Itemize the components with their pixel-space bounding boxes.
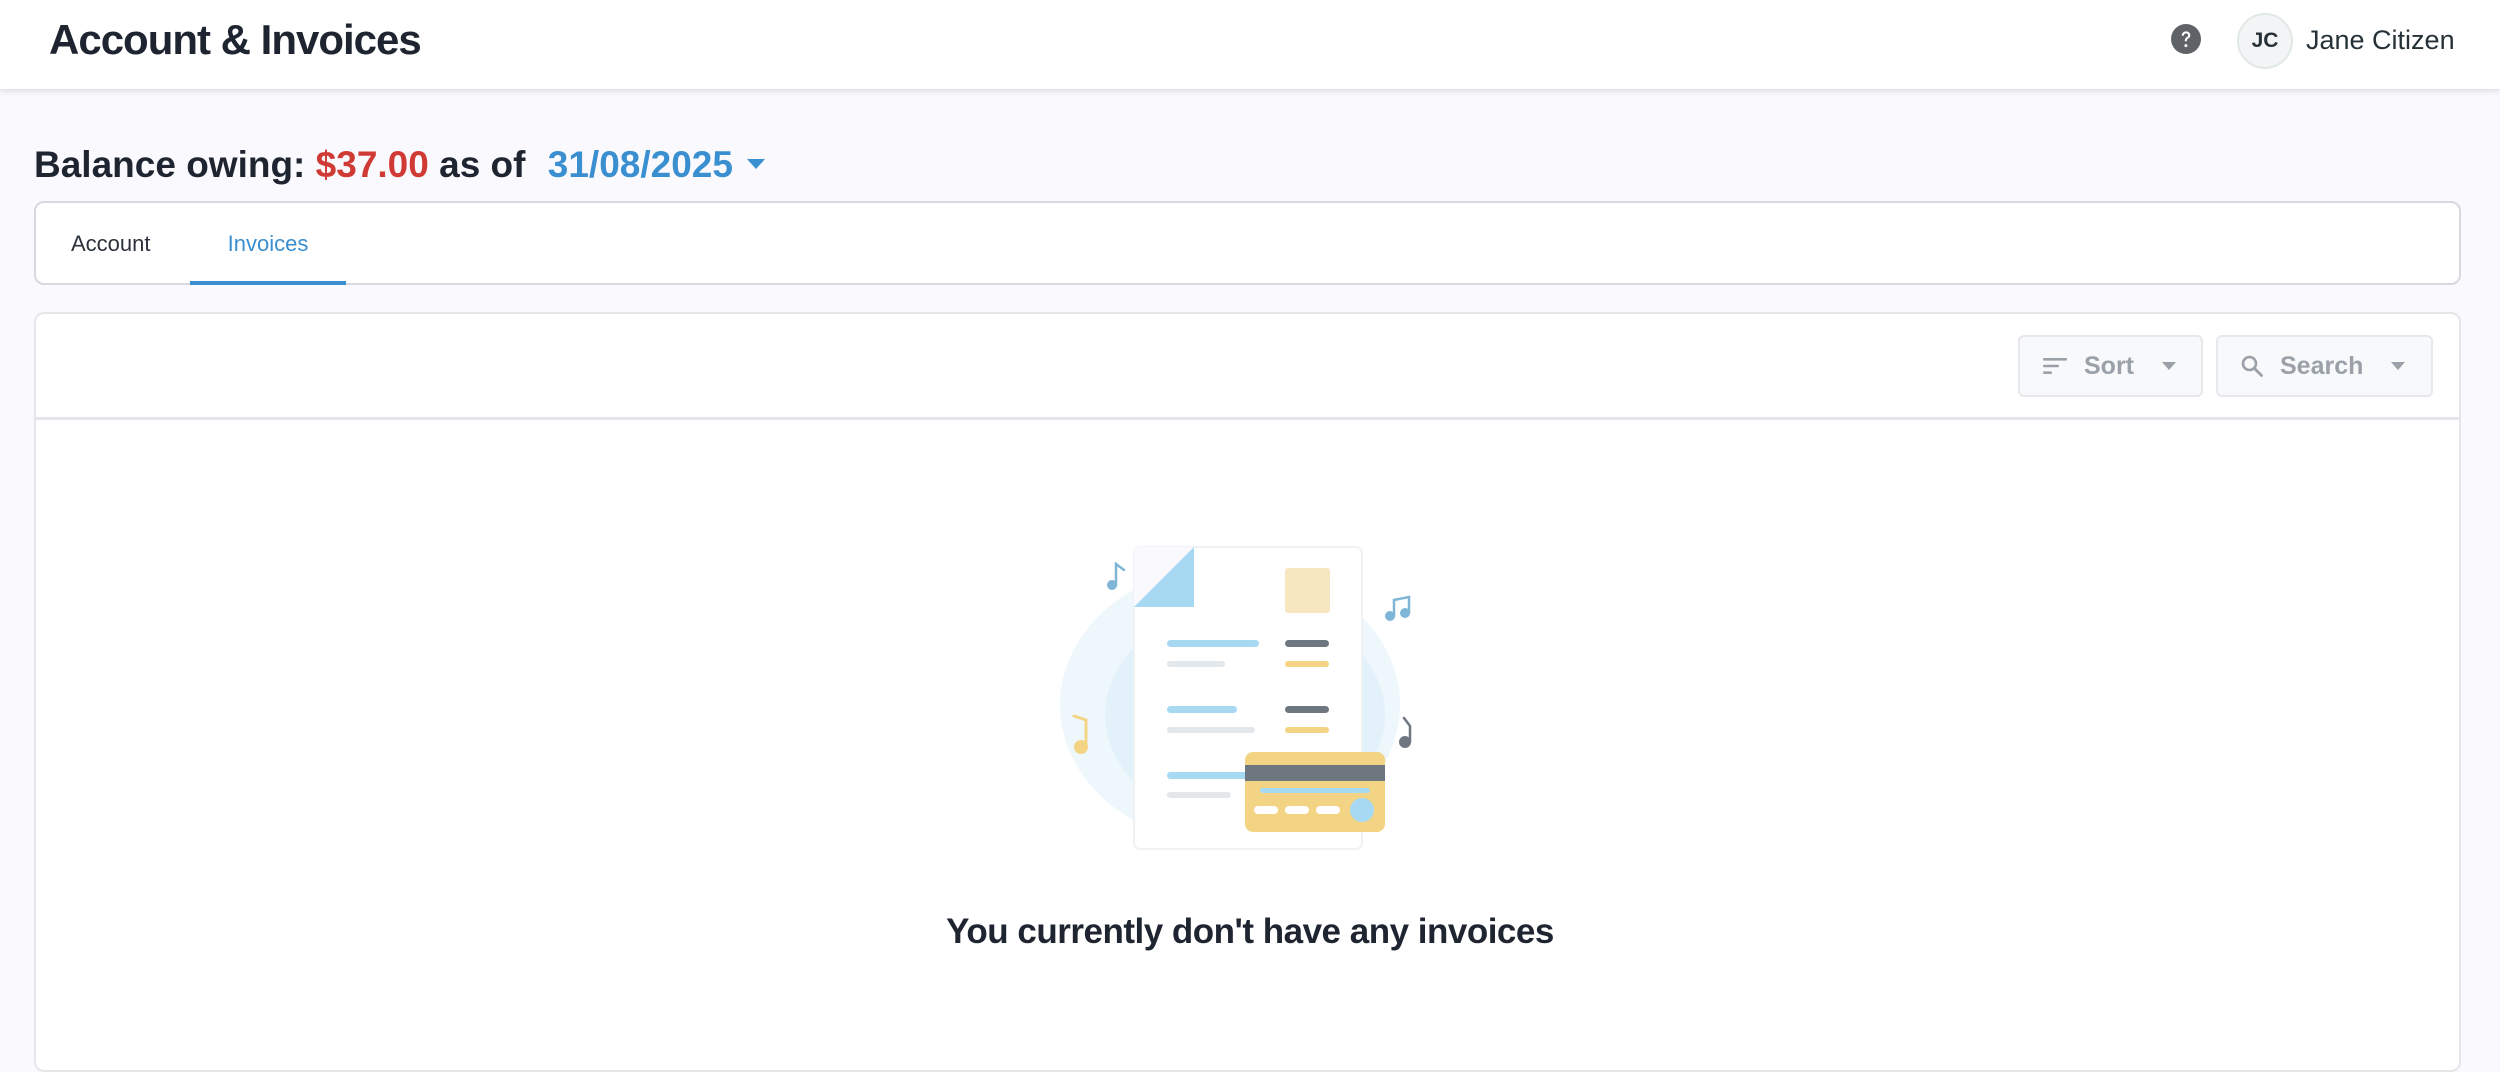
- search-icon: [2241, 355, 2263, 377]
- tab-bar: Account Invoices: [34, 201, 2461, 285]
- user-name[interactable]: Jane Citizen: [2306, 25, 2455, 56]
- search-label: Search: [2280, 351, 2364, 380]
- page-title: Account & Invoices: [49, 16, 422, 63]
- avatar[interactable]: JC: [2237, 13, 2293, 69]
- sort-label: Sort: [2084, 351, 2134, 380]
- sort-icon: [2043, 358, 2067, 374]
- tab-account[interactable]: Account: [71, 203, 151, 285]
- music-note-icon: [1399, 716, 1412, 748]
- balance-date-selector[interactable]: 31/08/2025: [548, 144, 765, 185]
- as-of-label: as of: [439, 144, 526, 185]
- balance-amount: $37.00: [315, 144, 429, 185]
- empty-state-message: You currently don't have any invoices: [946, 912, 1554, 951]
- chevron-down-icon: [2162, 362, 2176, 370]
- list-toolbar: Sort Search: [36, 314, 2459, 420]
- search-button[interactable]: Search: [2216, 335, 2433, 397]
- balance-summary: Balance owing: $37.00 as of 31/08/2025: [34, 144, 765, 186]
- sort-button[interactable]: Sort: [2018, 335, 2203, 397]
- balance-label: Balance owing:: [34, 144, 306, 185]
- help-icon[interactable]: [2170, 23, 2202, 55]
- music-note-icon: [1107, 561, 1126, 590]
- balance-date: 31/08/2025: [547, 144, 733, 185]
- tab-invoices[interactable]: Invoices: [190, 203, 346, 285]
- chevron-down-icon: [2391, 362, 2406, 370]
- top-bar: Account & Invoices JC Jane Citizen: [0, 0, 2500, 90]
- music-note-icon: [1385, 595, 1411, 621]
- empty-invoices-illustration: [1060, 546, 1412, 850]
- chevron-down-icon: [746, 159, 765, 170]
